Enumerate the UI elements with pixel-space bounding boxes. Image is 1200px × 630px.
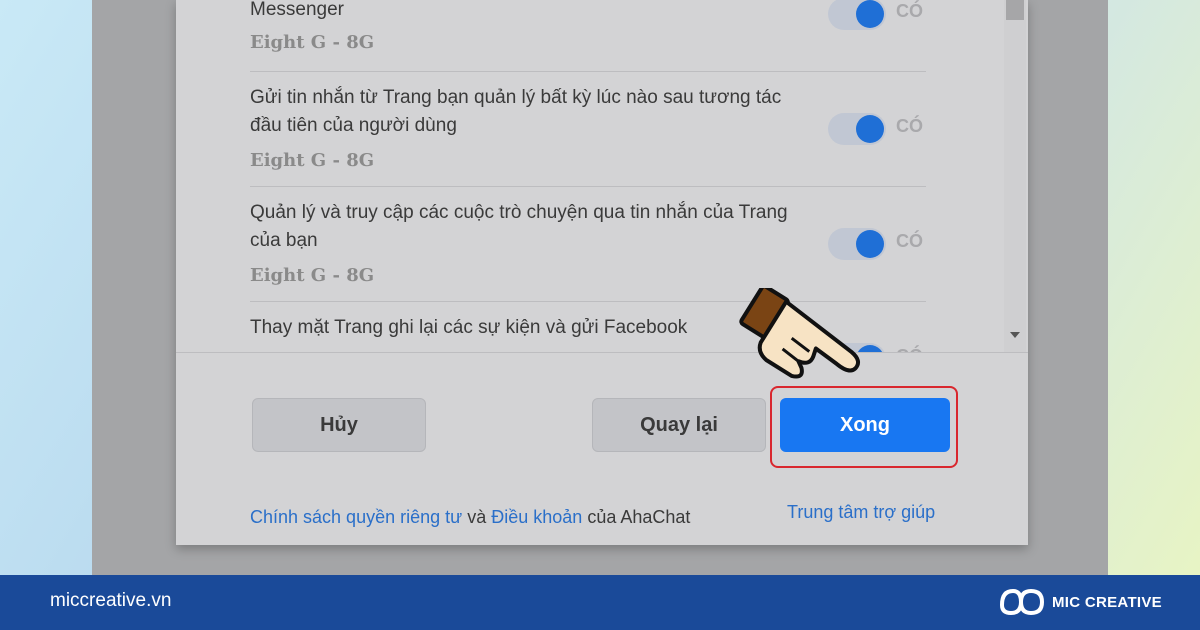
footer-and: và (467, 507, 487, 527)
footer-banner: miccreative.vn MIC CREATIVE (0, 575, 1200, 630)
mic-creative-logo-icon (1000, 589, 1044, 615)
brand-name: MIC CREATIVE (1052, 593, 1162, 611)
permission-title: Gửi tin nhắn từ Trang bạn quản lý bất kỳ… (250, 87, 782, 136)
site-url[interactable]: miccreative.vn (50, 590, 171, 612)
pointing-hand-icon (739, 288, 861, 379)
permission-title: Thay mặt Trang ghi lại các sự kiện và gử… (250, 317, 688, 338)
toggle-label: CÓ (896, 116, 923, 136)
permission-app-name: Eight G - 8G (250, 265, 375, 286)
toggle-knob (856, 115, 884, 143)
toggle-knob (856, 0, 884, 28)
permission-title: Quản lý và truy cập các cuộc trò chuyện … (250, 202, 788, 251)
permission-toggle[interactable] (828, 113, 886, 145)
permission-row-send-messages: Gửi tin nhắn từ Trang bạn quản lý bất kỳ… (250, 72, 926, 187)
permission-toggle[interactable] (828, 228, 886, 260)
cancel-button[interactable]: Hủy (252, 398, 426, 452)
scroll-down-arrow-icon[interactable] (1010, 332, 1020, 338)
toggle-knob (856, 230, 884, 258)
dialog-divider (176, 352, 1028, 353)
help-center-link[interactable]: Trung tâm trợ giúp (787, 502, 935, 523)
toggle-label: CÓ (896, 231, 923, 251)
permission-row-manage-conversations: Quản lý và truy cập các cuộc trò chuyện … (250, 187, 926, 302)
screenshot-area: Messenger Eight G - 8G CÓ Gửi tin nhắn t… (92, 0, 1108, 575)
permission-row-messenger: Messenger Eight G - 8G CÓ (250, 0, 926, 72)
scrollbar[interactable] (1004, 0, 1026, 352)
terms-link[interactable]: Điều khoản (491, 507, 582, 527)
permission-toggle[interactable] (828, 0, 886, 30)
permissions-dialog: Messenger Eight G - 8G CÓ Gửi tin nhắn t… (176, 0, 1028, 545)
footer-of-app: của AhaChat (587, 507, 691, 527)
footer-legal: Chính sách quyền riêng tư và Điều khoản … (250, 507, 690, 528)
toggle-label: CÓ (896, 1, 923, 21)
brand-logo: MIC CREATIVE (996, 585, 1162, 619)
permission-app-name: Eight G - 8G (250, 150, 375, 171)
privacy-policy-link[interactable]: Chính sách quyền riêng tư (250, 507, 462, 527)
permission-app-name: Eight G - 8G (250, 32, 375, 53)
scrollbar-thumb[interactable] (1006, 0, 1024, 20)
permission-title: Messenger (250, 0, 344, 20)
permissions-list[interactable]: Messenger Eight G - 8G CÓ Gửi tin nhắn t… (176, 0, 1028, 352)
